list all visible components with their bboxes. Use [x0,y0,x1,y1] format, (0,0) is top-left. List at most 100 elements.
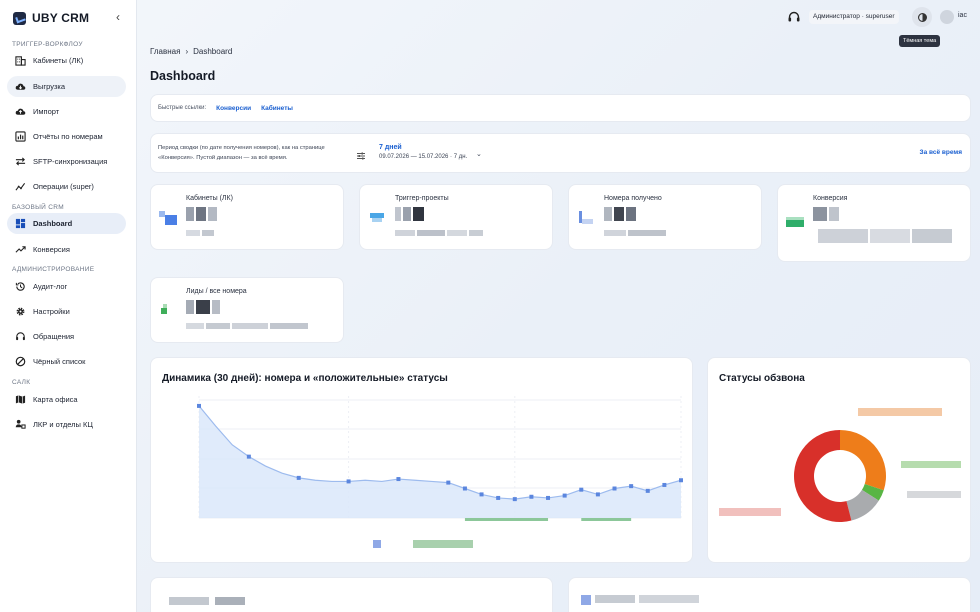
data-point [629,484,634,489]
secondary-series [464,518,549,521]
sync-icon [15,156,26,167]
breadcrumb: Главная › Dashboard [150,47,232,56]
data-point [595,492,600,497]
sidebar-item-conversion[interactable]: Конверсия [7,239,126,260]
theme-toggle-button[interactable] [912,7,932,27]
sidebar-item-departments[interactable]: ЛКР и отделы КЦ [7,414,126,435]
all-time-button[interactable]: За всё время [920,149,962,156]
bottom-card-right [568,577,971,612]
theme-tooltip: Тёмная тема [899,35,941,47]
kpi-value [395,207,424,221]
data-point [346,479,351,484]
kpi-card-projects: Триггер-проекты [359,184,553,250]
sidebar-item-label: Карта офиса [33,395,78,404]
page-title: Dashboard [150,69,216,83]
sidebar-item-requests[interactable]: Обращения [7,326,126,347]
sidebar-item-label: Отчёты по номерам [33,132,103,141]
data-point [396,477,401,482]
sidebar-item-operations[interactable]: Операции (super) [7,176,126,197]
sidebar-item-label: Кабинеты (ЛК) [33,56,84,65]
legend-swatch [373,540,381,548]
app-name: UBY CRM [32,11,90,25]
data-point [296,475,301,480]
role-badge: Администратор · superuser [809,10,899,24]
legend-swatch [413,540,473,548]
data-point [562,493,567,498]
sidebar-item-sftp[interactable]: SFTP-синхронизация [7,151,126,172]
cloud-download-icon [15,81,26,92]
breadcrumb-separator: › [185,47,189,56]
headset-icon [15,331,26,342]
gear-icon [15,306,26,317]
kpi-subtitle [604,230,666,236]
support-icon[interactable] [787,10,801,24]
data-point [479,492,484,497]
operations-icon [15,181,26,192]
tune-icon[interactable] [356,148,366,160]
quick-link-conversion[interactable]: Конверсии [216,105,251,112]
kpi-subtitle [395,230,483,236]
breadcrumb-home[interactable]: Главная [150,47,180,56]
call-status-card: Статусы обзвона [707,357,971,563]
kpi-card-numbers: Номера получено [568,184,762,250]
range-dates[interactable]: 09.07.2026 — 15.07.2026 · 7 дн. [379,154,467,160]
slice-label [907,491,961,498]
breadcrumb-current: Dashboard [193,47,233,56]
kpi-icon [159,209,177,227]
data-point [546,495,551,500]
section-label: БАЗОВЫЙ CRM [12,204,64,211]
sidebar: UBY CRM ‹ ТРИГГЕР-ВОРКФЛОУ Кабинеты (ЛК)… [0,0,137,612]
collapse-sidebar-button[interactable]: ‹ [113,10,123,24]
call-status-chart [719,408,961,522]
block-icon [15,356,26,367]
sidebar-item-label: Обращения [33,332,75,341]
kpi-value [604,207,636,221]
user-name[interactable]: iac [958,12,967,19]
kpi-icon [786,213,804,231]
building-icon [15,55,26,66]
series-area [199,405,681,518]
data-point [246,454,251,459]
kpi-icon [368,209,386,227]
data-point [662,482,667,487]
sidebar-item-label: Импорт [33,107,60,116]
data-point [529,494,534,499]
range-title[interactable]: 7 дней [379,144,402,151]
chevron-down-icon[interactable]: ⌄ [476,150,482,158]
pie-slice [840,430,886,491]
data-point [579,487,584,492]
sidebar-item-label: Операции (super) [33,182,94,191]
theme-icon [917,12,928,23]
section-label: АДМИНИСТРИРОВАНИЕ [12,266,95,273]
data-point [496,495,501,500]
secondary-series [581,518,632,521]
dynamics-chart-card: Динамика (30 дней): номера и «положитель… [150,357,693,563]
sidebar-item-reports[interactable]: Отчёты по номерам [7,126,126,147]
sidebar-item-office-map[interactable]: Карта офиса [7,389,126,410]
sidebar-item-blacklist[interactable]: Чёрный список [7,351,126,372]
quick-link-cabinets[interactable]: Кабинеты [261,105,293,112]
history-icon [15,281,26,292]
kpi-subtitle [186,230,214,236]
brand[interactable]: UBY CRM [13,10,89,26]
sidebar-item-audit-log[interactable]: Аудит-лог [7,276,126,297]
kpi-subtitle [186,323,308,329]
data-point [197,403,201,408]
slice-label [901,461,961,468]
kpi-title: Кабинеты (ЛК) [186,195,233,202]
sidebar-item-export[interactable]: Выгрузка [7,76,126,97]
avatar[interactable] [940,10,954,24]
sidebar-item-settings[interactable]: Настройки [7,301,126,322]
sidebar-item-import[interactable]: Импорт [7,101,126,122]
kpi-value [186,300,220,314]
kpi-icon [577,209,595,227]
trend-icon [15,244,26,255]
sidebar-item-label: SFTP-синхронизация [33,157,108,166]
kpi-title: Номера получено [604,195,662,202]
sidebar-item-dashboard[interactable]: Dashboard [7,213,126,234]
kpi-title: Лиды / все номера [186,288,247,295]
data-point [612,486,617,491]
sidebar-item-cabinets[interactable]: Кабинеты (ЛК) [7,50,126,71]
kpi-title: Триггер-проекты [395,195,449,202]
sidebar-item-label: Выгрузка [33,82,66,91]
